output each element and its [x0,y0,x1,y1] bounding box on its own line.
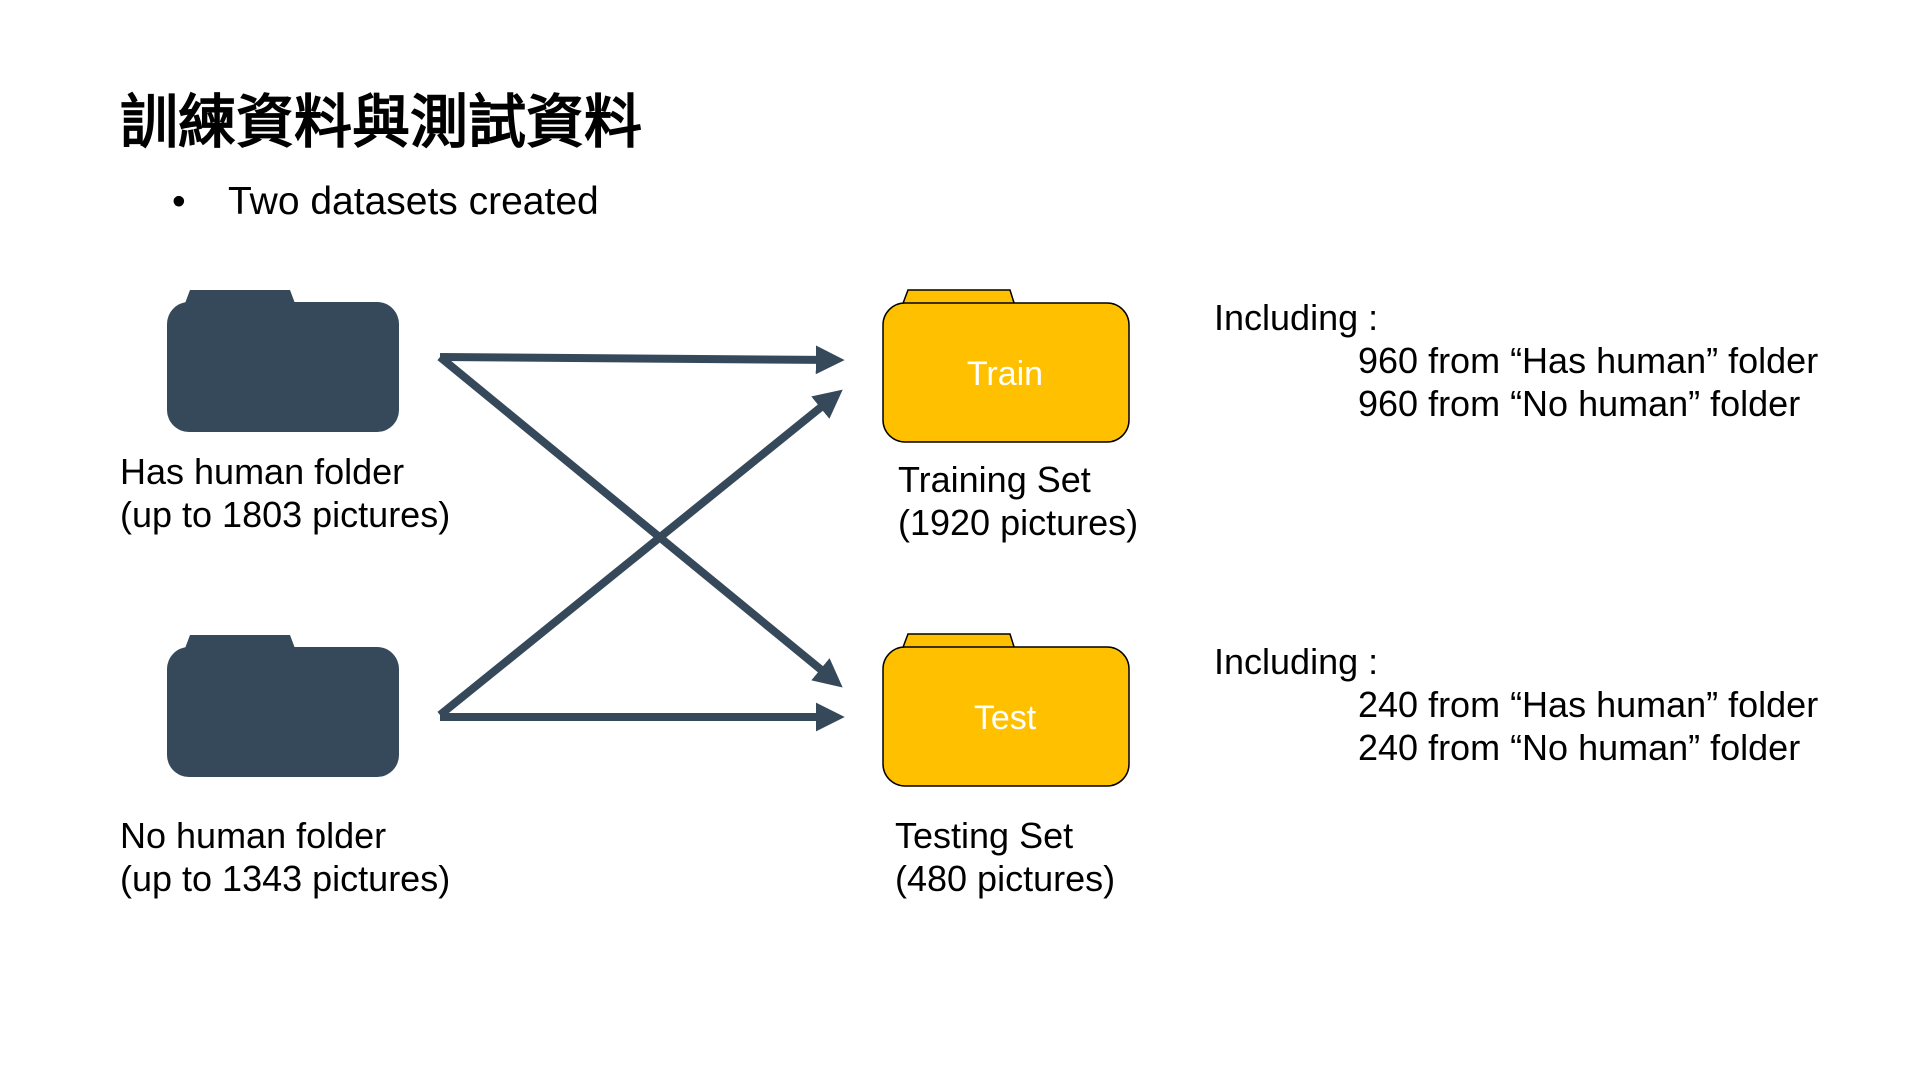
test-including-item: 240 from “No human” folder [1358,727,1801,768]
testing-set-count: (480 pictures) [895,858,1116,899]
training-set-count: (1920 pictures) [898,502,1139,543]
arrow-no-human-to-train [437,389,843,719]
testing-set-name: Testing Set [895,815,1074,856]
has-human-name: Has human folder [120,451,405,492]
train-including-item: 960 from “No human” folder [1358,383,1801,424]
testing-set-caption: Testing Set (480 pictures) [895,814,1115,900]
no-human-count: (up to 1343 pictures) [120,858,451,899]
has-human-caption: Has human folder (up to 1803 pictures) [120,450,450,536]
training-set-name: Training Set [898,459,1091,500]
train-folder-label: Train [967,355,1043,393]
train-folder-icon: Train [882,289,1130,443]
arrow-has-human-to-test [437,353,843,688]
train-including-heading: Including : [1214,297,1379,338]
has-human-folder-icon [167,290,399,432]
arrow-has-human-to-train [439,345,845,375]
test-including-item: 240 from “Has human” folder [1358,684,1819,725]
no-human-name: No human folder [120,815,387,856]
train-including-block: Including : 960 from “Has human” folder … [1214,296,1818,425]
no-human-folder-icon [167,635,399,777]
test-including-heading: Including : [1214,641,1379,682]
no-human-caption: No human folder (up to 1343 pictures) [120,814,450,900]
has-human-count: (up to 1803 pictures) [120,494,451,535]
test-including-block: Including : 240 from “Has human” folder … [1214,640,1818,769]
test-folder-icon: Test [882,633,1130,787]
train-including-item: 960 from “Has human” folder [1358,340,1819,381]
test-folder-label: Test [974,699,1037,737]
training-set-caption: Training Set (1920 pictures) [898,458,1138,544]
